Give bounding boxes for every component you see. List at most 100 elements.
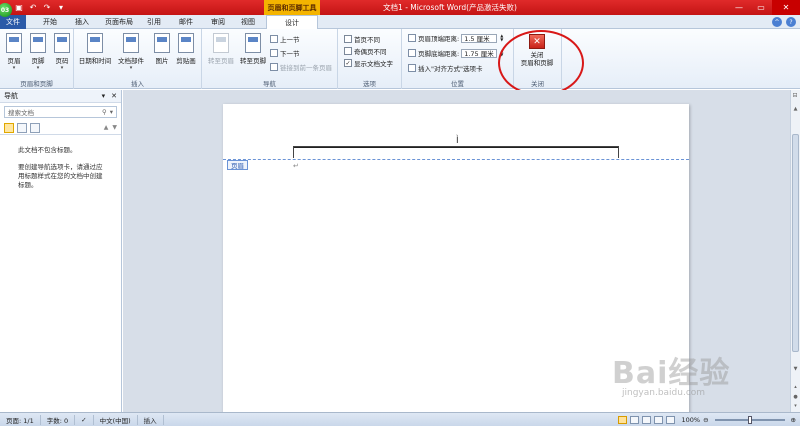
chevron-down-icon[interactable]: ▾ <box>110 108 113 116</box>
chevron-down-icon: ▾ <box>60 65 64 71</box>
status-language[interactable]: 中文(中国) <box>94 414 138 425</box>
previous-section-button[interactable]: 上一节 <box>270 34 300 44</box>
proofing-icon[interactable]: ✓ <box>75 414 94 425</box>
calendar-icon <box>87 33 103 53</box>
header-boundary-line <box>223 159 689 160</box>
tab-design[interactable]: 设计 <box>266 15 318 30</box>
status-bar: 页面: 1/1 字数: 0 ✓ 中文(中国) 插入 100% ⊖ ⊕ <box>0 412 800 426</box>
maximize-button[interactable]: ▭ <box>750 0 772 15</box>
scroll-down-icon[interactable]: ▼ <box>792 366 799 374</box>
tab-mailings[interactable]: 邮件 <box>174 15 198 29</box>
show-document-text-checkbox[interactable]: ✓ 显示文档文字 <box>344 58 393 68</box>
redo-icon[interactable]: ↷ <box>42 3 52 13</box>
checkbox-unchecked[interactable] <box>344 35 352 43</box>
scroll-up-icon[interactable]: ▲ <box>792 106 799 114</box>
browse-object-icon[interactable]: ● <box>792 394 799 402</box>
checkmark-icon[interactable]: ✓ <box>344 59 352 67</box>
previous-page-icon[interactable]: ▴ <box>792 384 799 392</box>
group-options: 首页不同 奇偶页不同 ✓ 显示文档文字 选项 <box>338 29 402 89</box>
ruler-toggle-icon[interactable]: ⊟ <box>790 92 800 102</box>
next-arrow-icon[interactable]: ▼ <box>112 124 117 131</box>
web-layout-view-icon[interactable] <box>641 415 651 424</box>
print-layout-view-icon[interactable] <box>617 415 627 424</box>
zoom-out-icon[interactable]: ⊖ <box>703 416 708 424</box>
clip-art-icon <box>178 33 194 53</box>
footer-bottom-distance: 页脚底端距离: 1.75 厘米 ▲ ▼ <box>408 48 503 58</box>
goto-footer-button[interactable]: 转至页脚 <box>238 33 268 65</box>
clip-art-button[interactable]: 剪贴画 <box>174 33 198 65</box>
picture-button[interactable]: 图片 <box>150 33 174 65</box>
group-label: 选项 <box>363 80 376 88</box>
group-label: 位置 <box>451 80 464 88</box>
page-number-icon <box>54 33 70 53</box>
quick-parts-button[interactable]: 文档部件 ▾ <box>116 33 146 71</box>
nav-search-input[interactable]: 搜索文档 ⚲ ▾ <box>4 106 117 118</box>
header-top-distance-input[interactable]: 1.5 厘米 <box>461 33 498 43</box>
tab-file[interactable]: 文件 <box>0 15 26 29</box>
status-words[interactable]: 字数: 0 <box>41 414 76 425</box>
customize-qat-chevron-down-icon[interactable]: ▾ <box>56 3 66 13</box>
draft-view-icon[interactable] <box>665 415 675 424</box>
tab-review[interactable]: 审阅 <box>206 15 230 29</box>
help-icon[interactable]: ? <box>786 17 796 27</box>
header-content-area[interactable] <box>293 146 619 158</box>
tab-home[interactable]: 开始 <box>38 15 62 29</box>
spinner-arrows-icon[interactable]: ▲ ▼ <box>500 49 503 57</box>
browse-results-icon[interactable] <box>30 122 40 133</box>
link-to-previous-button[interactable]: 链接到前一条页眉 <box>270 62 332 72</box>
browse-headings-icon[interactable] <box>4 122 14 133</box>
search-icon[interactable]: ⚲ <box>102 108 107 116</box>
header-icon <box>6 33 22 53</box>
page-number-button[interactable]: 页码 ▾ <box>50 33 74 71</box>
next-icon <box>270 49 278 57</box>
close-icon[interactable]: ✕ <box>111 92 117 100</box>
checkbox-unchecked[interactable] <box>344 47 352 55</box>
tab-insert[interactable]: 插入 <box>70 15 94 29</box>
status-insert-mode[interactable]: 插入 <box>138 414 164 425</box>
browse-pages-icon[interactable] <box>17 122 27 133</box>
ribbon-collapse-icon[interactable]: ^ <box>772 17 782 27</box>
minimize-button[interactable]: — <box>728 0 750 15</box>
different-first-page-checkbox[interactable]: 首页不同 <box>344 34 380 44</box>
chevron-down-icon[interactable]: ▾ <box>102 92 106 100</box>
zoom-level[interactable]: 100% <box>682 416 701 424</box>
footer-bottom-distance-input[interactable]: 1.75 厘米 <box>461 48 498 58</box>
zoom-in-icon[interactable]: ⊕ <box>791 416 796 424</box>
next-section-button[interactable]: 下一节 <box>270 48 300 58</box>
undo-icon[interactable]: ↶ <box>28 3 38 13</box>
insert-alignment-tab-button[interactable]: 插入"对齐方式"选项卡 <box>408 63 482 73</box>
header-label-tag: 页眉 <box>227 160 248 170</box>
tab-view[interactable]: 视图 <box>236 15 260 29</box>
close-window-button[interactable]: ✕ <box>772 0 800 15</box>
header-button[interactable]: 页眉 ▾ <box>2 33 26 71</box>
spinner-arrows-icon[interactable]: ▲ ▼ <box>500 34 503 42</box>
outline-view-icon[interactable] <box>653 415 663 424</box>
zoom-slider[interactable] <box>714 415 785 424</box>
save-icon[interactable]: ▣ <box>14 3 24 13</box>
chevron-down-icon: ▾ <box>12 65 16 71</box>
footer-button[interactable]: 页脚 ▾ <box>26 33 50 71</box>
different-odd-even-checkbox[interactable]: 奇偶页不同 <box>344 46 387 56</box>
group-label: 页眉和页脚 <box>20 80 53 88</box>
document-page[interactable]: Ì 页眉 ↵ <box>223 104 689 412</box>
full-screen-reading-view-icon[interactable] <box>629 415 639 424</box>
help-controls: ^ ? <box>772 17 796 27</box>
goto-header-button[interactable]: 转至页眉 <box>206 33 236 65</box>
document-area: Ì 页眉 ↵ <box>123 90 790 412</box>
zoom-slider-knob[interactable] <box>747 415 752 424</box>
group-position: 页眉顶端距离: 1.5 厘米 ▲ ▼ 页脚底端距离: 1.75 厘米 ▲ ▼ 插入"… <box>402 29 514 89</box>
picture-icon <box>154 33 170 53</box>
group-label: 导航 <box>263 80 276 88</box>
window-title: 文档1 - Microsoft Word(产品激活失败) <box>383 3 517 12</box>
nav-empty-message: 此文档不包含标题。 要创建导航选项卡，请通过应用标题样式在您的文档中创建标题。 <box>18 146 103 189</box>
next-page-icon[interactable]: ▾ <box>792 403 799 411</box>
date-time-button[interactable]: 日期和时间 <box>78 33 112 65</box>
vertical-scrollbar[interactable]: ▲ ▼ ▴ ● ▾ <box>790 90 800 412</box>
group-label: 插入 <box>131 80 144 88</box>
tab-page-layout[interactable]: 页面布局 <box>102 15 136 29</box>
status-page[interactable]: 页面: 1/1 <box>0 414 41 425</box>
previous-arrow-icon[interactable]: ▲ <box>104 124 109 131</box>
tab-references[interactable]: 引用 <box>142 15 166 29</box>
scroll-thumb[interactable] <box>792 134 799 352</box>
close-header-footer-button[interactable]: ✕ 关闭 页眉和页脚 <box>516 34 558 67</box>
